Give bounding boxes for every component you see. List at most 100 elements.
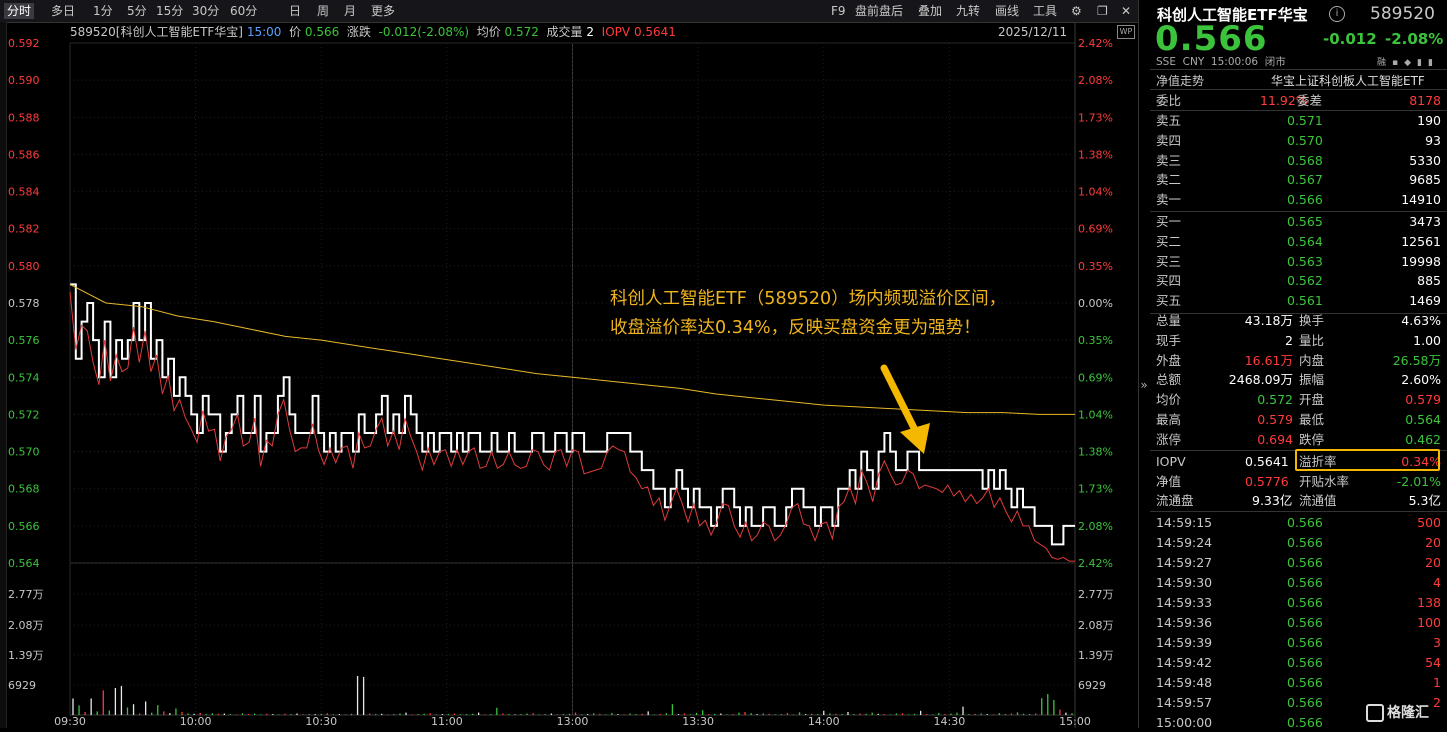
float-value: 9.33亿 — [1252, 493, 1293, 508]
tick-time: 14:59:30 — [1156, 575, 1213, 590]
pct-tick-label: 1.04% — [1078, 408, 1113, 421]
price-tick-label: 0.580 — [8, 260, 40, 273]
volume-tick-label: 6929 — [8, 679, 36, 692]
tick-price: 0.566 — [1287, 535, 1323, 550]
tick-price: 0.566 — [1287, 655, 1323, 670]
tick-price: 0.566 — [1287, 695, 1323, 710]
level-volume: 885 — [1417, 273, 1441, 289]
volume-tick-label-right: 2.77万 — [1078, 588, 1114, 601]
stat-value: 4.63% — [1401, 313, 1441, 328]
price-change-pct: -2.08% — [1385, 30, 1444, 48]
tick-row: 14:59:42 0.566 54 — [1156, 653, 1441, 672]
tick-price: 0.566 — [1287, 515, 1323, 530]
time-tick-label: 11:00 — [431, 715, 463, 728]
price-tick-label: 0.576 — [8, 334, 40, 347]
stat-value: 2.60% — [1401, 372, 1441, 388]
nav-label: 净值 — [1156, 474, 1182, 489]
wb-label: 委比 — [1156, 93, 1182, 108]
price-change: -0.012 — [1323, 30, 1377, 48]
open-premium-value: -2.01% — [1396, 474, 1441, 489]
stats-row: 总量 43.18万 换手 4.63% — [1156, 311, 1441, 330]
ask-row[interactable]: 卖五 0.571 190 — [1156, 111, 1441, 130]
intraday-chart[interactable]: 0.592 2.42% 0.590 2.08% 0.588 1.73% 0.586 1.38%… — [0, 0, 1138, 728]
level-price: 0.566 — [1287, 192, 1323, 208]
level-label: 卖四 — [1156, 132, 1182, 148]
tick-price: 0.566 — [1287, 715, 1323, 730]
bid-row[interactable]: 买一 0.565 3473 — [1156, 212, 1441, 231]
stat-label: 涨停 — [1156, 431, 1182, 447]
stat-value: 0.564 — [1405, 412, 1441, 427]
price-tick-label: 0.574 — [8, 371, 40, 384]
tick-time: 14:59:57 — [1156, 695, 1213, 710]
float-mv-label: 流通值 — [1299, 493, 1337, 508]
tick-time: 14:59:39 — [1156, 635, 1213, 650]
divider — [1150, 511, 1447, 512]
bid-row[interactable]: 买五 0.561 1469 — [1156, 291, 1441, 310]
market-meta: SSE CNY 15:00:06 闭市 — [1156, 56, 1286, 68]
bid-row[interactable]: 买二 0.564 12561 — [1156, 232, 1441, 251]
nav-trend-link[interactable]: 净值走势 — [1156, 72, 1204, 89]
stats-row: 涨停 0.694 跌停 0.462 — [1156, 430, 1441, 449]
tick-volume: 20 — [1425, 555, 1441, 570]
ask-row[interactable]: 卖二 0.567 9685 — [1156, 170, 1441, 189]
tick-volume: 500 — [1417, 515, 1441, 530]
ask-row[interactable]: 卖一 0.566 14910 — [1156, 190, 1441, 209]
stat-value: 0.462 — [1405, 431, 1441, 447]
level-price: 0.564 — [1287, 233, 1323, 249]
level-price: 0.562 — [1287, 273, 1323, 289]
pct-tick-label: 2.08% — [1078, 520, 1113, 533]
price-tick-label: 0.570 — [8, 446, 40, 459]
level-price: 0.567 — [1287, 172, 1323, 188]
stat-value: 0.579 — [1257, 412, 1293, 427]
tick-price: 0.566 — [1287, 615, 1323, 630]
stat-value: 26.58万 — [1392, 352, 1441, 368]
ask-row[interactable]: 卖四 0.570 93 — [1156, 131, 1441, 150]
level-volume: 1469 — [1409, 293, 1441, 309]
level-price: 0.570 — [1287, 132, 1323, 148]
price-tick-label: 0.592 — [8, 37, 40, 50]
float-label: 流通盘 — [1156, 493, 1194, 508]
panel-icons[interactable]: 融▪◆▮▮ — [1377, 55, 1439, 68]
level-price: 0.561 — [1287, 293, 1323, 309]
price-tick-label: 0.582 — [8, 223, 40, 236]
expand-panel-icon[interactable]: » — [1138, 370, 1150, 400]
volume-tick-label-right: 6929 — [1078, 679, 1106, 692]
annotation-callout: 科创人工智能ETF（589520）场内频现溢价区间， 收盘溢价率达0.34%，反… — [610, 285, 1080, 343]
tick-time: 14:59:48 — [1156, 675, 1213, 690]
stat-value: 16.61万 — [1244, 352, 1293, 368]
level-label: 卖一 — [1156, 192, 1182, 208]
time-tick-label: 13:00 — [557, 715, 589, 728]
stat-value: 0.572 — [1257, 392, 1293, 408]
tick-row: 14:59:27 0.566 20 — [1156, 553, 1441, 572]
volume-tick-label: 2.08万 — [8, 619, 44, 632]
tick-row: 14:59:15 0.566 500 — [1156, 513, 1441, 532]
wc-label: 委差 — [1297, 93, 1323, 108]
stat-label: 外盘 — [1156, 352, 1182, 368]
info-icon[interactable]: i — [1329, 6, 1345, 22]
pct-tick-label: 2.08% — [1078, 74, 1113, 87]
nav-row: 净值 0.5776 开贴水率 -2.01% — [1156, 472, 1441, 491]
level-label: 买三 — [1156, 253, 1182, 269]
stats-row: 均价 0.572 开盘 0.579 — [1156, 390, 1441, 409]
pct-tick-label: 0.35% — [1078, 334, 1113, 347]
tick-volume: 100 — [1417, 615, 1441, 630]
tracking-index[interactable]: 华宝上证科创板人工智能ETF — [1271, 72, 1425, 89]
tick-row: 14:59:33 0.566 138 — [1156, 593, 1441, 612]
pct-tick-label: 0.00% — [1078, 297, 1113, 310]
stats-row: 最高 0.579 最低 0.564 — [1156, 410, 1441, 429]
stat-label: 现手 — [1156, 332, 1182, 348]
level-label: 买五 — [1156, 293, 1182, 309]
pct-tick-label: 2.42% — [1078, 557, 1113, 570]
last-price: 0.566 — [1155, 19, 1268, 59]
time-tick-label: 13:30 — [682, 715, 714, 728]
bid-row[interactable]: 买三 0.563 19998 — [1156, 252, 1441, 271]
time-tick-label: 10:30 — [305, 715, 337, 728]
price-tick-label: 0.564 — [8, 557, 40, 570]
price-tick-label: 0.590 — [8, 74, 40, 87]
pct-tick-label: 0.69% — [1078, 371, 1113, 384]
divider — [1150, 89, 1447, 90]
bid-row[interactable]: 买四 0.562 885 — [1156, 271, 1441, 290]
ask-row[interactable]: 卖三 0.568 5330 — [1156, 151, 1441, 170]
price-tick-label: 0.578 — [8, 297, 40, 310]
pct-tick-label: 1.73% — [1078, 111, 1113, 124]
